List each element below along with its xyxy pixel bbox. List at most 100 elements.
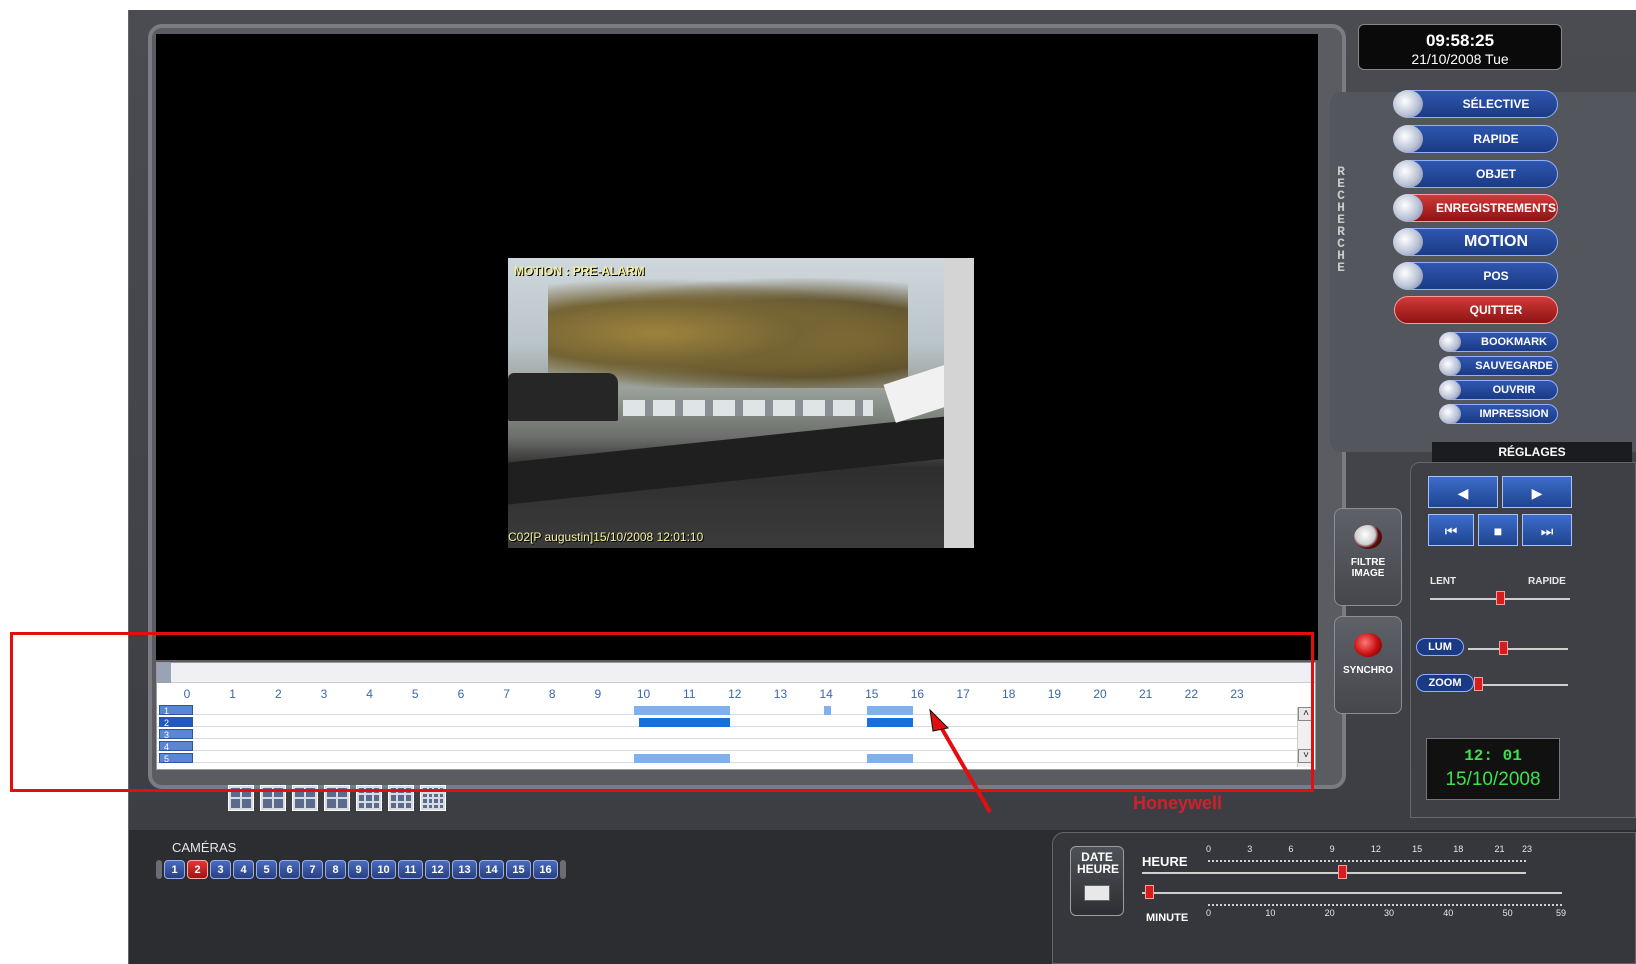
- speed-slider[interactable]: [1430, 591, 1570, 605]
- lum-slider[interactable]: [1468, 641, 1568, 655]
- layout-1x1-button[interactable]: [228, 785, 254, 811]
- heure-ticks-line: [1208, 860, 1526, 862]
- scroll-up-icon[interactable]: ˄: [1298, 707, 1314, 721]
- recording-segment[interactable]: [634, 754, 731, 763]
- timeline-row-label[interactable]: 5: [159, 753, 193, 764]
- objet-button[interactable]: OBJET: [1393, 160, 1558, 188]
- timeline-row[interactable]: 4: [157, 741, 1305, 752]
- timeline-row-label[interactable]: 1: [159, 705, 193, 716]
- camera-button-16[interactable]: 16: [533, 859, 558, 879]
- play-button[interactable]: ▶: [1502, 476, 1572, 508]
- bookmark-button[interactable]: BOOKMARK: [1439, 332, 1558, 352]
- layout-3x3b-button[interactable]: [388, 785, 414, 811]
- stop-button[interactable]: ■: [1478, 514, 1518, 546]
- recording-segment[interactable]: [867, 718, 913, 727]
- camera-button-8[interactable]: 8: [325, 859, 346, 879]
- ouvrir-button[interactable]: OUVRIR: [1439, 380, 1558, 400]
- speed-min-label: LENT: [1430, 576, 1457, 587]
- camera-button-14[interactable]: 14: [479, 859, 504, 879]
- zoom-slider[interactable]: [1474, 677, 1568, 691]
- hour-tick-label: 9: [594, 687, 602, 701]
- sauvegarde-button[interactable]: SAUVEGARDE: [1439, 356, 1558, 376]
- minute-slider-thumb[interactable]: [1145, 885, 1155, 899]
- timeline-panel[interactable]: 0 1 2 3 4 5 6 7 8 9 10 11 12 13 14 15 16 17 18 19 20 21 22 23 1…: [156, 662, 1316, 770]
- hour-scale: 0 1 2 3 4 5 6 7 8 9 10 11 12 13 14 15 16 17 18 19 20 21 22 23: [184, 687, 1277, 703]
- button-knob-icon: [1439, 356, 1461, 376]
- play-left-icon: ◀: [1457, 485, 1469, 501]
- lum-button[interactable]: LUM: [1416, 638, 1464, 656]
- button-label: POS: [1483, 269, 1509, 283]
- camera-button-2[interactable]: 2: [187, 859, 208, 879]
- hour-tick-label: 21: [1139, 687, 1153, 701]
- heure-slider-thumb[interactable]: [1338, 865, 1348, 879]
- camera-button-3[interactable]: 3: [210, 859, 231, 879]
- camera-button-5[interactable]: 5: [256, 859, 277, 879]
- reverse-play-button[interactable]: ◀: [1428, 476, 1498, 508]
- selective-button[interactable]: SÉLECTIVE: [1393, 90, 1558, 118]
- camera-button-1[interactable]: 1: [164, 859, 185, 879]
- timeline-row-label[interactable]: 4: [159, 741, 193, 752]
- recording-segment[interactable]: [634, 706, 731, 715]
- button-knob-icon: [1393, 262, 1423, 290]
- recording-segment[interactable]: [638, 718, 731, 727]
- minute-label: MINUTE: [1146, 912, 1189, 924]
- hour-tick-label: 20: [1093, 687, 1107, 701]
- timeline-row[interactable]: 3: [157, 729, 1305, 740]
- hour-tick-label: 1: [229, 687, 236, 701]
- filtre-image-button[interactable]: FILTRE IMAGE: [1334, 508, 1402, 606]
- scroll-down-icon[interactable]: ˅: [1298, 749, 1314, 763]
- timeline-row-label[interactable]: 3: [159, 729, 193, 740]
- camera-button-11[interactable]: 11: [398, 859, 423, 879]
- timeline-row[interactable]: 1: [157, 705, 1305, 716]
- timeline-scrollbar[interactable]: ˄ ˅: [1297, 707, 1314, 767]
- timeline-row[interactable]: 2: [157, 717, 1305, 728]
- hour-tick-label: 2: [274, 687, 282, 701]
- heure-tick-label: 6: [1288, 844, 1294, 854]
- button-knob-icon: [1393, 160, 1423, 188]
- recording-segment[interactable]: [867, 754, 913, 763]
- heure-label: HEURE: [1142, 854, 1188, 869]
- quitter-button[interactable]: QUITTER: [1394, 296, 1558, 324]
- minute-tick-label: 30: [1383, 908, 1394, 918]
- enregistrements-button[interactable]: ENREGISTREMENTS: [1393, 194, 1558, 222]
- zoom-slider-thumb[interactable]: [1474, 677, 1483, 691]
- camera-button-9[interactable]: 9: [348, 859, 369, 879]
- camera-button-4[interactable]: 4: [233, 859, 254, 879]
- camera-button-7[interactable]: 7: [302, 859, 323, 879]
- recording-segment[interactable]: [823, 706, 831, 715]
- layout-3x3-button[interactable]: [356, 785, 382, 811]
- pos-button[interactable]: POS: [1393, 262, 1558, 290]
- camera-button-12[interactable]: 12: [425, 859, 450, 879]
- layout-2x2b-button[interactable]: [292, 785, 318, 811]
- heure-slider[interactable]: [1142, 865, 1526, 879]
- camera-button-15[interactable]: 15: [506, 859, 531, 879]
- zoom-button[interactable]: ZOOM: [1416, 674, 1474, 692]
- hour-tick-label: 5: [411, 687, 419, 701]
- heure-tick-label: 15: [1412, 844, 1423, 854]
- camera-button-13[interactable]: 13: [452, 859, 477, 879]
- impression-button[interactable]: IMPRESSION: [1439, 404, 1558, 424]
- timeline-rows[interactable]: 12345: [157, 705, 1305, 771]
- synchro-button[interactable]: SYNCHRO: [1334, 616, 1402, 714]
- timeline-row-label[interactable]: 2: [159, 717, 193, 728]
- lum-slider-thumb[interactable]: [1499, 641, 1508, 655]
- recording-segment[interactable]: [867, 706, 913, 715]
- video-display[interactable]: MOTION : PRE-ALARM C02[P augustin]15/10/…: [156, 34, 1318, 660]
- previous-frame-button[interactable]: ⏮: [1428, 514, 1474, 546]
- timeline-header: [157, 663, 1315, 683]
- next-frame-button[interactable]: ⏭: [1522, 514, 1572, 546]
- camera-button-6[interactable]: 6: [279, 859, 300, 879]
- minute-slider[interactable]: [1142, 885, 1562, 899]
- playback-time: 12: 01: [1464, 747, 1522, 765]
- speed-slider-thumb[interactable]: [1496, 591, 1505, 605]
- rapide-button[interactable]: RAPIDE: [1393, 125, 1558, 153]
- layout-2x2-button[interactable]: [260, 785, 286, 811]
- motion-button[interactable]: MOTION: [1393, 228, 1558, 256]
- date-heure-button[interactable]: DATE HEURE: [1070, 846, 1124, 916]
- layout-4x4-button[interactable]: [420, 785, 446, 811]
- camera-image[interactable]: MOTION : PRE-ALARM C02[P augustin]15/10/…: [508, 258, 974, 548]
- window-frame-detail: [944, 258, 974, 548]
- timeline-row[interactable]: 5: [157, 753, 1305, 764]
- camera-button-10[interactable]: 10: [371, 859, 396, 879]
- layout-2x2c-button[interactable]: [324, 785, 350, 811]
